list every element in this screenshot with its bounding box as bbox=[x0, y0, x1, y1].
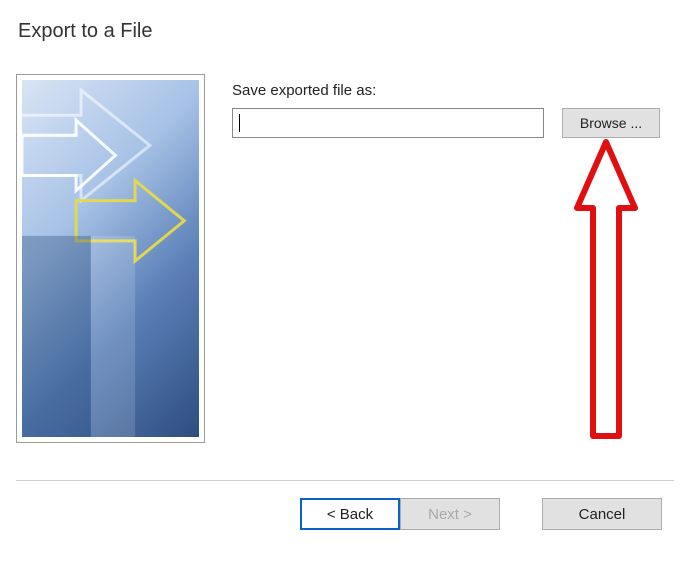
save-file-label: Save exported file as: bbox=[232, 82, 376, 99]
next-button: Next > bbox=[400, 498, 500, 530]
text-cursor bbox=[239, 114, 240, 132]
file-path-input[interactable] bbox=[232, 108, 544, 138]
browse-button[interactable]: Browse ... bbox=[562, 108, 660, 138]
dialog-title: Export to a File bbox=[18, 20, 153, 43]
wizard-image-frame bbox=[16, 74, 205, 443]
cancel-button[interactable]: Cancel bbox=[542, 498, 662, 530]
separator bbox=[16, 480, 674, 481]
annotation-arrow-icon bbox=[573, 138, 639, 448]
back-button[interactable]: < Back bbox=[300, 498, 400, 530]
footer-button-bar: < Back Next > Cancel bbox=[0, 498, 690, 538]
wizard-decorative-image bbox=[22, 80, 199, 437]
